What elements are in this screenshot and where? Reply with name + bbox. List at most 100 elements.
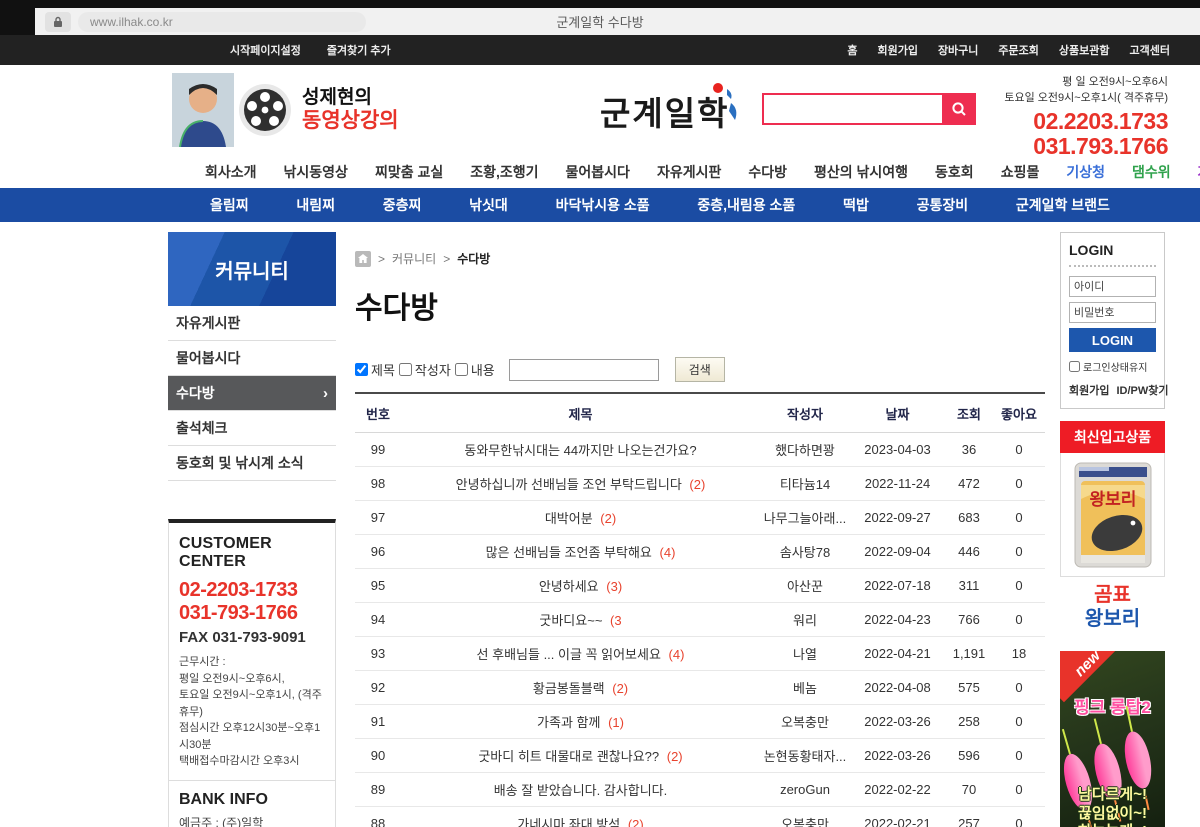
filter-checkbox-label[interactable]: 작성자 xyxy=(398,360,451,379)
lock-icon[interactable] xyxy=(45,11,71,32)
utility-link[interactable]: 홈 xyxy=(847,42,857,58)
login-password-field[interactable] xyxy=(1069,302,1156,323)
shop-nav-link[interactable]: 내림찌 xyxy=(296,195,335,215)
post-title-link[interactable]: 대박어분 xyxy=(545,511,593,526)
post-title-link[interactable]: 안녕하세요 xyxy=(539,579,599,594)
keep-login-checkbox[interactable] xyxy=(1069,361,1080,372)
utility-link[interactable]: 고객센터 xyxy=(1130,42,1170,58)
post-author: 아산꾼 xyxy=(760,568,850,603)
shop-nav-link[interactable]: 바닥낚시용 소품 xyxy=(556,195,650,215)
filter-checkbox-label[interactable]: 제목 xyxy=(355,360,395,379)
main-nav-link[interactable]: 쇼핑몰 xyxy=(1001,162,1040,182)
shop-nav-link[interactable]: 떡밥 xyxy=(843,195,869,215)
post-title-link[interactable]: 선 후배님들 ... 이글 꼭 읽어보세요 xyxy=(477,647,661,662)
main-nav-link[interactable]: 회사소개 xyxy=(205,162,257,182)
main-nav-link[interactable]: 평산의 낚시여행 xyxy=(814,162,908,182)
sidebar-menu-item[interactable]: 동호회 및 낚시계 소식 xyxy=(168,446,336,481)
post-title-link[interactable]: 배송 잘 받았습니다. 감사합니다. xyxy=(494,783,668,798)
main-nav-link[interactable]: 낚시동영상 xyxy=(284,162,348,182)
post-title-link[interactable]: 황금봉돌블랙 xyxy=(533,681,605,696)
shop-nav-link[interactable]: 군계일학 브랜드 xyxy=(1016,195,1110,215)
filter-checkbox[interactable] xyxy=(454,363,468,376)
product-name[interactable]: 곰표 왕보리 xyxy=(1060,577,1165,643)
table-row[interactable]: 91 가족과 함께 (1) 오복충만 2022-03-26 258 0 xyxy=(355,704,1045,739)
post-title-cell: 가네시마 좌대 방석 (2) xyxy=(401,806,760,827)
board-search-input[interactable] xyxy=(508,358,659,381)
filter-checkbox[interactable] xyxy=(398,363,412,376)
home-icon[interactable] xyxy=(355,250,371,267)
utility-link[interactable]: 주문조회 xyxy=(998,42,1038,58)
table-row[interactable]: 88 가네시마 좌대 방석 (2) 오복충만 2022-02-21 257 0 xyxy=(355,806,1045,827)
sidebar-menu-item[interactable]: 수다방 › xyxy=(168,376,336,411)
utility-link[interactable]: 상품보관함 xyxy=(1059,42,1110,58)
main-nav-link[interactable]: 자유게시판 xyxy=(657,162,721,182)
main-nav-link[interactable]: 물어봅시다 xyxy=(566,162,630,182)
table-row[interactable]: 89 배송 잘 받았습니다. 감사합니다. zeroGun 2022-02-22… xyxy=(355,772,1045,807)
comment-count: (4) xyxy=(668,647,685,662)
main-nav-link[interactable]: 조황,조행기 xyxy=(470,162,538,182)
signup-link[interactable]: 회원가입 xyxy=(1069,382,1109,398)
shop-nav-link[interactable]: 중층찌 xyxy=(383,195,422,215)
filter-checkbox[interactable] xyxy=(355,363,368,376)
sidebar-menu-item[interactable]: 자유게시판 xyxy=(168,306,336,341)
table-row[interactable]: 94 굿바디요~~ (3 워리 2022-04-23 766 0 xyxy=(355,602,1045,637)
post-title-link[interactable]: 안녕하십니까 선배님들 조언 부탁드립니다 xyxy=(456,477,682,492)
post-likes: 18 xyxy=(993,636,1045,671)
utility-link[interactable]: 시작페이지설정 xyxy=(230,42,301,58)
breadcrumb-community[interactable]: 커뮤니티 xyxy=(392,250,436,267)
find-idpw-link[interactable]: ID/PW찾기 xyxy=(1116,382,1168,398)
customer-hours-line: 토요일 오전9시~오후1시, (격주휴무) xyxy=(179,689,322,718)
table-row[interactable]: 98 안녕하십니까 선배님들 조언 부탁드립니다 (2) 티타늄14 2022-… xyxy=(355,466,1045,501)
table-row[interactable]: 90 굿바디 히트 대물대로 괜찮나요?? (2) 논현동황태자... 2022… xyxy=(355,738,1045,773)
post-date: 2022-07-18 xyxy=(850,568,945,603)
product-image[interactable]: 왕보리 xyxy=(1060,453,1165,577)
pink-float-ad[interactable]: new 핑크 롱탑2 남다르게~! 끊임없이~! 하늘높게~! xyxy=(1060,651,1165,827)
url-field[interactable]: www.ilhak.co.kr xyxy=(78,11,366,32)
login-button[interactable]: LOGIN xyxy=(1069,328,1156,352)
table-row[interactable]: 96 많은 선배님들 조언좀 부탁해요 (4) 솜사탕78 2022-09-04… xyxy=(355,534,1045,569)
sidebar-menu-item[interactable]: 물어봅시다 xyxy=(168,341,336,376)
product-title: 왕보리 xyxy=(1084,608,1141,630)
post-title-link[interactable]: 가족과 함께 xyxy=(537,715,600,730)
new-arrivals-banner[interactable]: 최신입고상품 xyxy=(1060,421,1165,453)
utility-link[interactable]: 장바구니 xyxy=(938,42,978,58)
post-title-link[interactable]: 많은 선배님들 조언좀 부탁해요 xyxy=(486,545,652,560)
comment-count: (2) xyxy=(612,681,629,696)
post-title-link[interactable]: 가네시마 좌대 방석 xyxy=(517,817,620,827)
filter-checkbox-label[interactable]: 내용 xyxy=(454,360,495,379)
shop-nav-link[interactable]: 낚싯대 xyxy=(469,195,508,215)
post-title-link[interactable]: 굿바디요~~ xyxy=(539,613,602,628)
customer-hours-line: 평일 오전9시~오후6시, xyxy=(179,672,285,685)
main-nav-link[interactable]: 기상청 xyxy=(1066,162,1105,182)
board-search-button[interactable]: 검색 xyxy=(674,357,725,382)
utility-link[interactable]: 즐겨찾기 추가 xyxy=(327,42,391,58)
post-title-link[interactable]: 동와무한낚시대는 44까지만 나오는건가요? xyxy=(464,443,696,458)
sidebar-menu-item[interactable]: 출석체크 xyxy=(168,411,336,446)
post-title-link[interactable]: 굿바디 히트 대물대로 괜찮나요?? xyxy=(478,749,659,764)
table-row[interactable]: 95 안녕하세요 (3) 아산꾼 2022-07-18 311 0 xyxy=(355,568,1045,603)
post-likes: 0 xyxy=(993,568,1045,603)
header-search-button[interactable] xyxy=(942,93,976,125)
post-date: 2022-04-21 xyxy=(850,636,945,671)
page-body: 커뮤니티 자유게시판 물어봅시다 수다방 › 출석체크 동호회 및 낚시계 소식… xyxy=(168,222,1169,827)
shop-nav-link[interactable]: 올림찌 xyxy=(210,195,249,215)
shop-nav-link[interactable]: 중층,내림용 소품 xyxy=(697,195,795,215)
main-nav-link[interactable]: 동호회 xyxy=(935,162,974,182)
utility-link[interactable]: 회원가입 xyxy=(877,42,917,58)
video-lecture-banner[interactable]: 성제현의 동영상강의 xyxy=(172,73,399,147)
post-author: 티타늄14 xyxy=(760,466,850,501)
main-nav-link[interactable]: 수다방 xyxy=(748,162,787,182)
main-nav-link[interactable]: 댐수위 xyxy=(1132,162,1171,182)
table-row[interactable]: 93 선 후배님들 ... 이글 꼭 읽어보세요 (4) 나열 2022-04-… xyxy=(355,636,1045,671)
sidebar-item-label: 자유게시판 xyxy=(176,315,241,331)
header-search-input[interactable] xyxy=(762,93,942,125)
table-row[interactable]: 97 대박어분 (2) 나무그늘아래... 2022-09-27 683 0 xyxy=(355,500,1045,535)
login-box: LOGIN LOGIN 로그인상태유지 회원가입 ID/PW찾기 xyxy=(1060,232,1169,409)
shop-nav-link[interactable]: 공통장비 xyxy=(917,195,969,215)
login-id-field[interactable] xyxy=(1069,276,1156,297)
table-row[interactable]: 92 황금봉돌블랙 (2) 베놈 2022-04-08 575 0 xyxy=(355,670,1045,705)
table-row[interactable]: 99 동와무한낚시대는 44까지만 나오는건가요? 했다하면꽝 2023-04-… xyxy=(355,432,1045,467)
ad-slogan: 남다르게~! 끊임없이~! 하늘높게~! xyxy=(1060,786,1165,827)
site-logo[interactable]: 군계일학 xyxy=(600,83,739,135)
main-nav-link[interactable]: 찌맞춤 교실 xyxy=(375,162,443,182)
